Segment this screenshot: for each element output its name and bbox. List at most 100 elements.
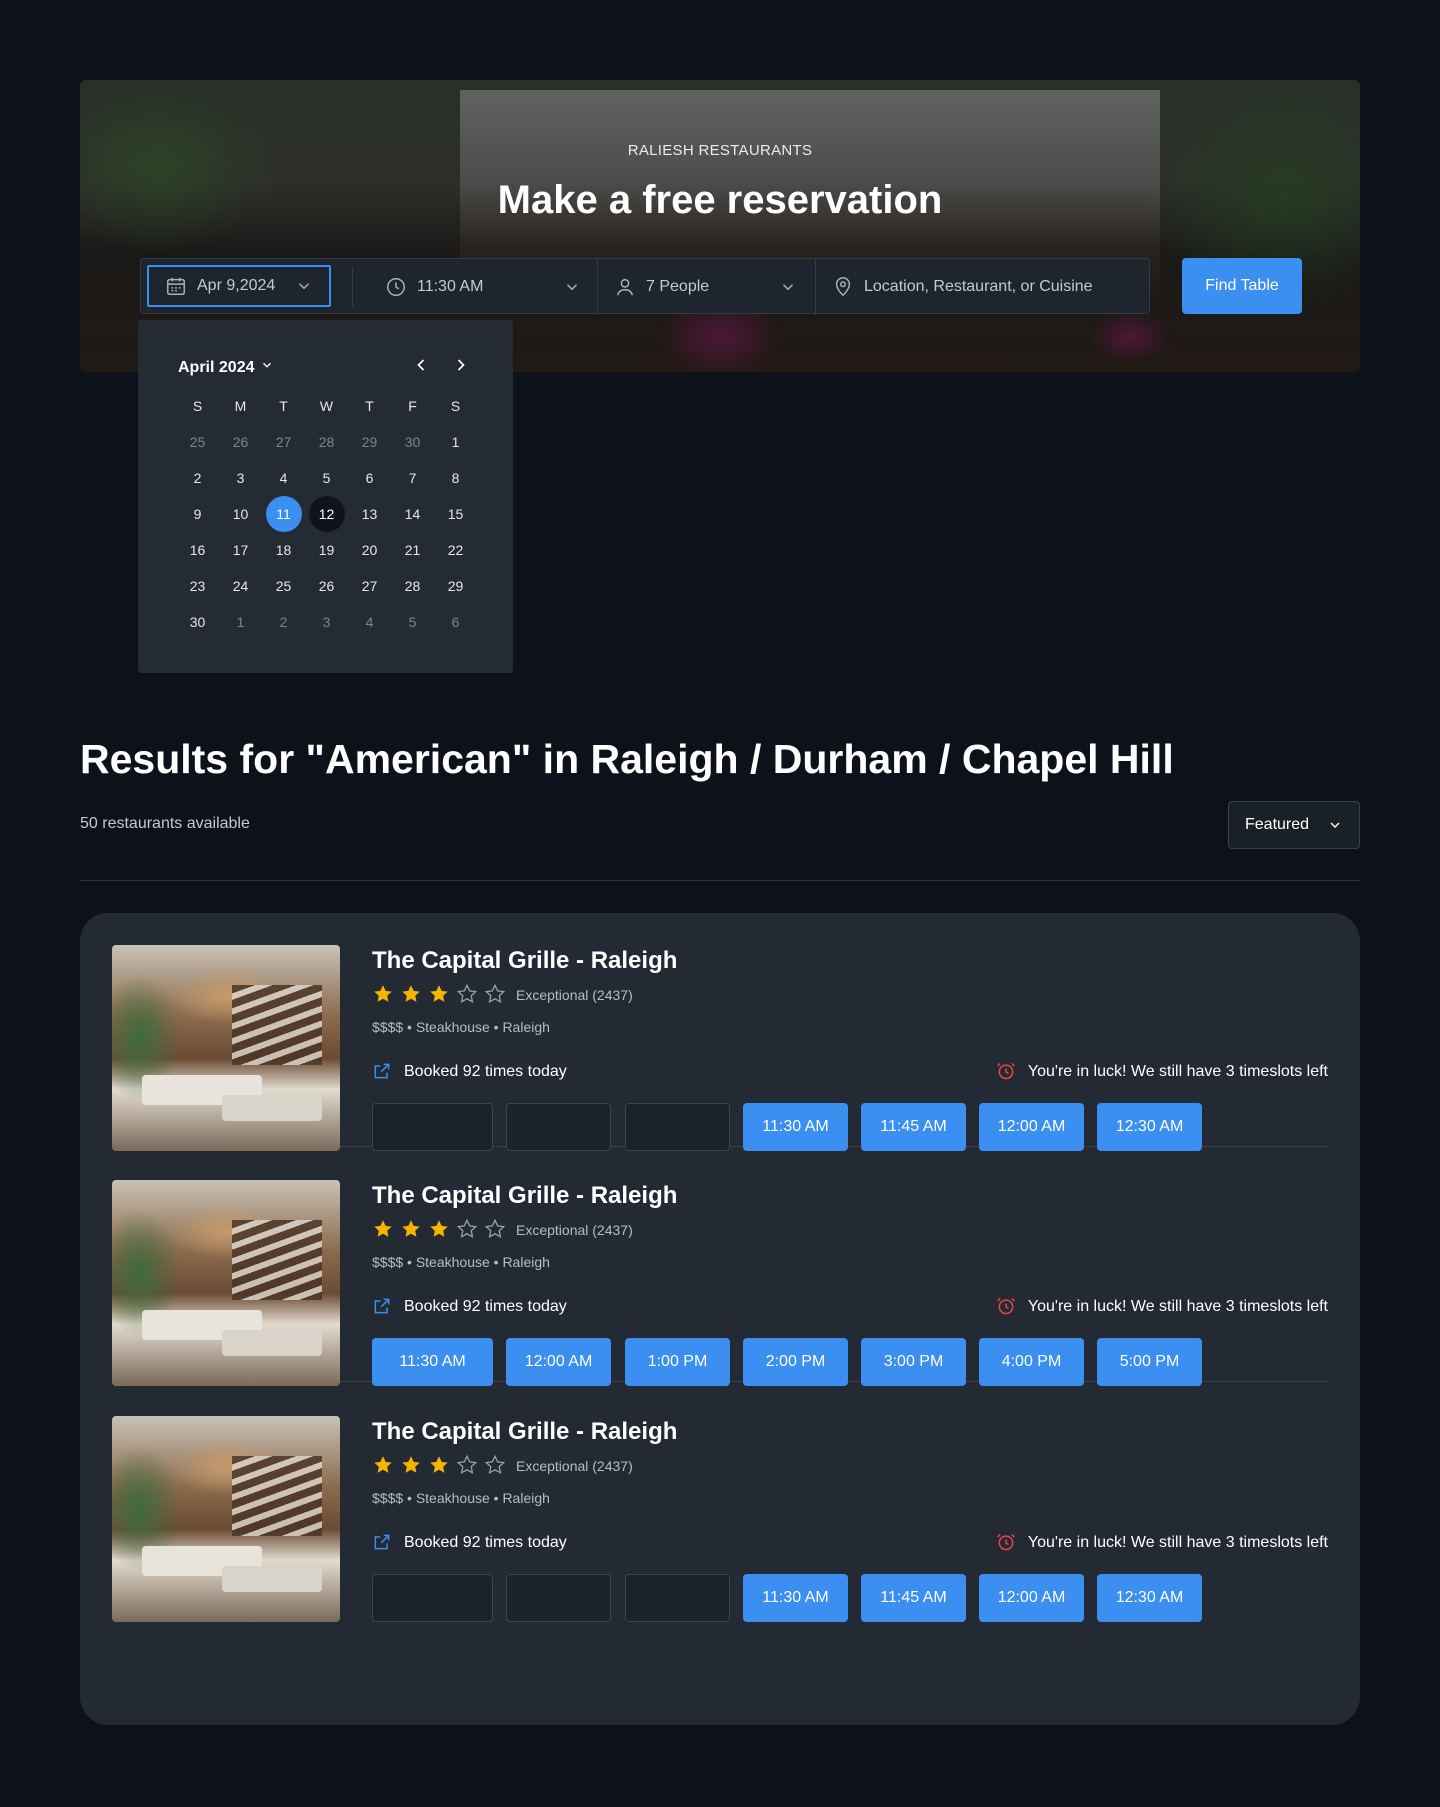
calendar-day[interactable]: 13 bbox=[348, 496, 391, 532]
calendar-day[interactable]: 5 bbox=[305, 460, 348, 496]
calendar-day[interactable]: 1 bbox=[219, 604, 262, 640]
calendar-day[interactable]: 26 bbox=[305, 568, 348, 604]
alarm-clock-icon bbox=[996, 1296, 1018, 1318]
calendar-icon bbox=[165, 275, 187, 297]
search-bar: Apr 9,2024 11:30 AM 7 People Location, R… bbox=[140, 258, 1150, 315]
calendar-day[interactable]: 26 bbox=[219, 424, 262, 460]
calendar-day[interactable]: 6 bbox=[348, 460, 391, 496]
people-picker-field[interactable]: 7 People bbox=[597, 259, 813, 315]
timeslot-button[interactable]: 4:00 PM bbox=[979, 1338, 1084, 1386]
timeslot-unavailable bbox=[506, 1103, 611, 1151]
calendar-day[interactable]: 4 bbox=[262, 460, 305, 496]
chevron-left-icon bbox=[417, 359, 425, 371]
timeslot-unavailable bbox=[372, 1574, 493, 1622]
calendar-day[interactable]: 2 bbox=[176, 460, 219, 496]
timeslot-button[interactable]: 12:00 AM bbox=[979, 1103, 1084, 1151]
rating-text: Exceptional (2437) bbox=[516, 987, 633, 1003]
timeslot-row: 11:30 AM 11:45 AM 12:00 AM 12:30 AM bbox=[372, 1574, 1328, 1622]
booked-info: Booked 92 times today bbox=[372, 1061, 567, 1083]
calendar-day[interactable]: 3 bbox=[305, 604, 348, 640]
calendar-month-selector[interactable]: April 2024 bbox=[178, 358, 274, 377]
calendar-day[interactable]: 14 bbox=[391, 496, 434, 532]
results-title: Results for "American" in Raleigh / Durh… bbox=[80, 736, 1174, 782]
calendar-weekday: T bbox=[365, 398, 374, 414]
rating-stars: Exceptional (2437) bbox=[372, 1218, 633, 1242]
chevron-down-icon bbox=[1327, 817, 1343, 833]
calendar-day[interactable]: 9 bbox=[176, 496, 219, 532]
timeslot-button[interactable]: 1:00 PM bbox=[625, 1338, 730, 1386]
calendar-day[interactable]: 6 bbox=[434, 604, 477, 640]
booked-info: Booked 92 times today bbox=[372, 1532, 567, 1554]
calendar-day[interactable]: 18 bbox=[262, 532, 305, 568]
booked-text: Booked 92 times today bbox=[404, 1534, 567, 1551]
timeslot-button[interactable]: 12:00 AM bbox=[506, 1338, 611, 1386]
date-picker-field[interactable]: Apr 9,2024 bbox=[147, 265, 331, 307]
calendar-day[interactable]: 11 bbox=[262, 496, 305, 532]
location-search-input[interactable]: Location, Restaurant, or Cuisine bbox=[815, 259, 1149, 315]
timeslot-button[interactable]: 2:00 PM bbox=[743, 1338, 848, 1386]
calendar-day[interactable]: 10 bbox=[219, 496, 262, 532]
calendar-next-button[interactable] bbox=[446, 350, 476, 380]
calendar-month-label: April 2024 bbox=[178, 358, 255, 376]
time-picker-field[interactable]: 11:30 AM bbox=[369, 259, 597, 315]
timeslot-button[interactable]: 12:30 AM bbox=[1097, 1574, 1202, 1622]
calendar-day[interactable]: 27 bbox=[348, 568, 391, 604]
hero-eyebrow: RALIESH RESTAURANTS bbox=[627, 142, 813, 159]
restaurant-photo[interactable] bbox=[112, 945, 340, 1151]
calendar-prev-button[interactable] bbox=[406, 350, 436, 380]
restaurant-name[interactable]: The Capital Grille - Raleigh bbox=[372, 947, 677, 975]
calendar-day[interactable]: 2 bbox=[262, 604, 305, 640]
calendar-day[interactable]: 30 bbox=[391, 424, 434, 460]
star-empty-icon bbox=[456, 1218, 480, 1242]
restaurant-photo[interactable] bbox=[112, 1416, 340, 1622]
calendar-day[interactable]: 24 bbox=[219, 568, 262, 604]
restaurant-name[interactable]: The Capital Grille - Raleigh bbox=[372, 1418, 677, 1446]
timeslot-button[interactable]: 12:30 AM bbox=[1097, 1103, 1202, 1151]
calendar-day[interactable]: 12 bbox=[305, 496, 348, 532]
availability-text: You're in luck! We still have 3 timeslot… bbox=[1027, 1063, 1328, 1080]
calendar-day[interactable]: 16 bbox=[176, 532, 219, 568]
rating-text: Exceptional (2437) bbox=[516, 1222, 633, 1238]
location-placeholder: Location, Restaurant, or Cuisine bbox=[864, 278, 1093, 295]
restaurant-photo[interactable] bbox=[112, 1180, 340, 1386]
find-table-button[interactable]: Find Table bbox=[1182, 258, 1302, 314]
calendar-day[interactable]: 19 bbox=[305, 532, 348, 568]
sort-dropdown[interactable]: Featured bbox=[1228, 801, 1360, 849]
calendar-day[interactable]: 22 bbox=[434, 532, 477, 568]
star-filled-icon bbox=[428, 983, 452, 1007]
timeslot-button[interactable]: 11:45 AM bbox=[861, 1103, 966, 1151]
restaurant-name[interactable]: The Capital Grille - Raleigh bbox=[372, 1182, 677, 1210]
timeslot-button[interactable]: 11:30 AM bbox=[743, 1574, 848, 1622]
calendar-weekday: W bbox=[319, 398, 334, 414]
calendar-day[interactable]: 23 bbox=[176, 568, 219, 604]
calendar-day[interactable]: 21 bbox=[391, 532, 434, 568]
calendar-grid: S M T W T F S 25 26 27 28 29 30 1 2 3 4 5 6 7 8 9 10 11 12 13 14 15… bbox=[176, 388, 477, 640]
calendar-day[interactable]: 25 bbox=[262, 568, 305, 604]
timeslot-button[interactable]: 12:00 AM bbox=[979, 1574, 1084, 1622]
timeslot-button[interactable]: 11:30 AM bbox=[372, 1338, 493, 1386]
calendar-day[interactable]: 28 bbox=[391, 568, 434, 604]
sort-label: Featured bbox=[1245, 816, 1310, 833]
calendar-day[interactable]: 3 bbox=[219, 460, 262, 496]
calendar-day[interactable]: 29 bbox=[434, 568, 477, 604]
timeslot-button[interactable]: 5:00 PM bbox=[1097, 1338, 1202, 1386]
calendar-day[interactable]: 25 bbox=[176, 424, 219, 460]
star-filled-icon bbox=[372, 983, 396, 1007]
calendar-day[interactable]: 4 bbox=[348, 604, 391, 640]
star-empty-icon bbox=[484, 1454, 508, 1478]
calendar-day[interactable]: 17 bbox=[219, 532, 262, 568]
timeslot-button[interactable]: 3:00 PM bbox=[861, 1338, 966, 1386]
calendar-day[interactable]: 7 bbox=[391, 460, 434, 496]
calendar-day[interactable]: 30 bbox=[176, 604, 219, 640]
timeslot-button[interactable]: 11:30 AM bbox=[743, 1103, 848, 1151]
calendar-day[interactable]: 5 bbox=[391, 604, 434, 640]
calendar-day[interactable]: 28 bbox=[305, 424, 348, 460]
calendar-day[interactable]: 8 bbox=[434, 460, 477, 496]
timeslot-button[interactable]: 11:45 AM bbox=[861, 1574, 966, 1622]
calendar-weekday: S bbox=[192, 398, 203, 414]
calendar-day[interactable]: 20 bbox=[348, 532, 391, 568]
calendar-day[interactable]: 29 bbox=[348, 424, 391, 460]
calendar-day[interactable]: 1 bbox=[434, 424, 477, 460]
calendar-day[interactable]: 15 bbox=[434, 496, 477, 532]
calendar-day[interactable]: 27 bbox=[262, 424, 305, 460]
